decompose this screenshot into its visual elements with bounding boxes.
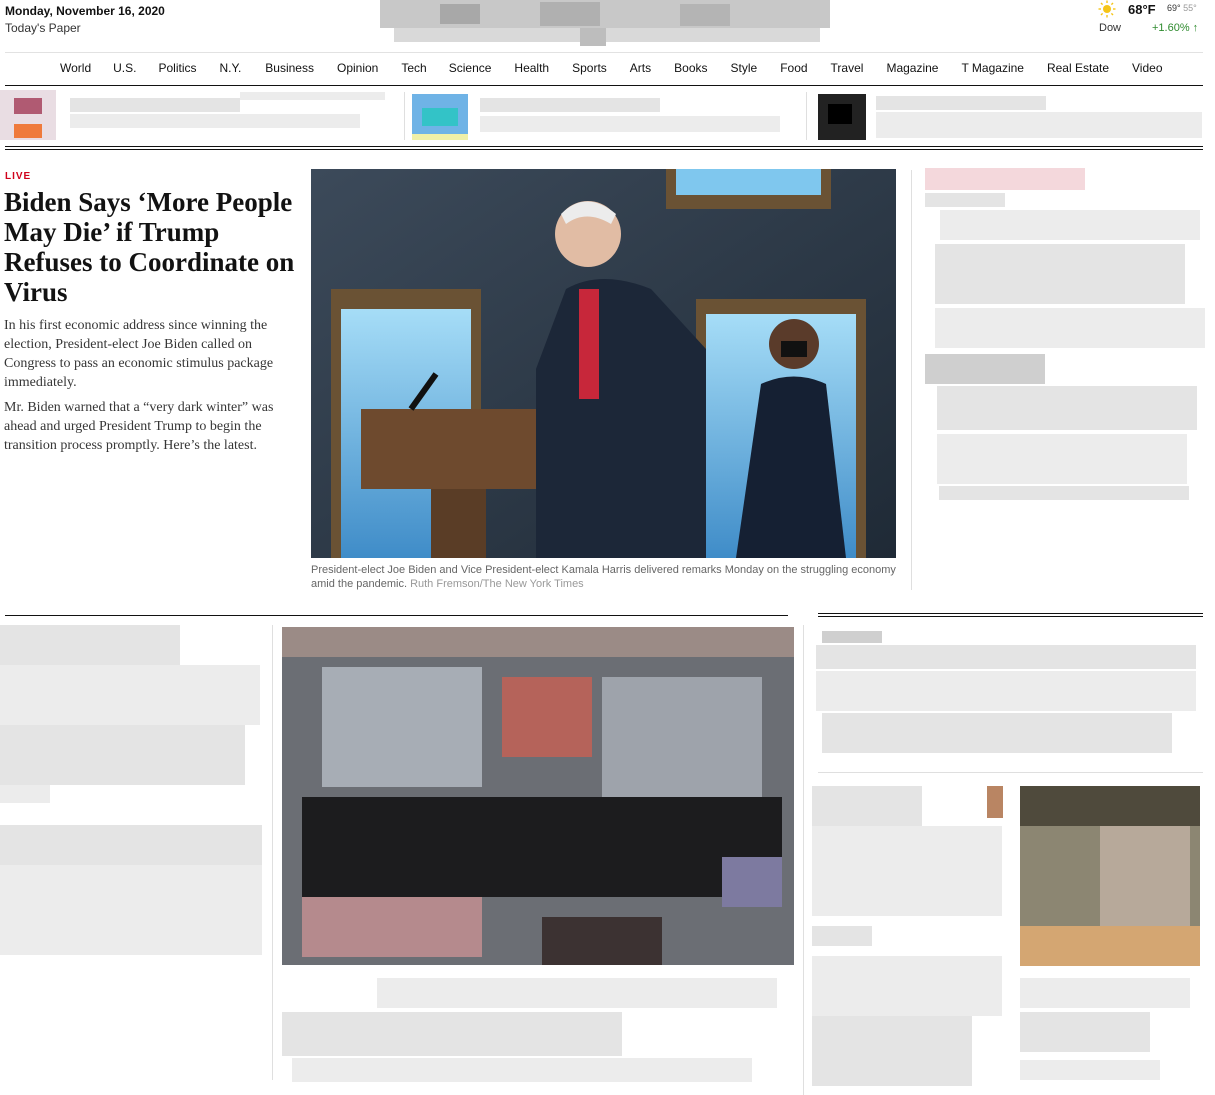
- site-logo[interactable]: [380, 0, 830, 46]
- nav-item-tech[interactable]: Tech: [401, 61, 426, 75]
- nav-item-science[interactable]: Science: [449, 61, 492, 75]
- masthead-date: Monday, November 16, 2020: [5, 4, 165, 18]
- sun-icon: [1098, 0, 1116, 18]
- photo-caption: President-elect Joe Biden and Vice Presi…: [311, 563, 896, 591]
- lead-headline[interactable]: Biden Says ‘More People May Die’ if Trum…: [4, 187, 296, 307]
- weather-high: 69°: [1167, 3, 1181, 13]
- nav-item-us[interactable]: U.S.: [113, 61, 136, 75]
- nav-divider: [5, 85, 1203, 86]
- story-text[interactable]: [282, 968, 794, 1088]
- header-divider: [5, 52, 1203, 53]
- story-card[interactable]: [0, 625, 265, 960]
- nav-item-t-magazine[interactable]: T Magazine: [961, 61, 1023, 75]
- story-card[interactable]: [812, 786, 1012, 1091]
- story-card[interactable]: [816, 627, 1206, 767]
- photo-credit: Ruth Fremson/The New York Times: [410, 578, 584, 590]
- nav-item-style[interactable]: Style: [731, 61, 758, 75]
- story-text[interactable]: [1020, 970, 1200, 1090]
- nav-item-real-estate[interactable]: Real Estate: [1047, 61, 1109, 75]
- nav-item-magazine[interactable]: Magazine: [886, 61, 938, 75]
- todays-paper-link[interactable]: Today's Paper: [5, 21, 81, 35]
- weather-high-low: 69° 55°: [1167, 3, 1197, 13]
- promo-item[interactable]: [816, 90, 1206, 142]
- column-divider: [911, 170, 912, 590]
- weather-temperature[interactable]: 68°F: [1128, 2, 1156, 17]
- nav-item-world[interactable]: World: [60, 61, 91, 75]
- nav-item-travel[interactable]: Travel: [831, 61, 864, 75]
- nav-item-ny[interactable]: N.Y.: [219, 61, 241, 75]
- nav-item-arts[interactable]: Arts: [630, 61, 651, 75]
- section-divider-top: [5, 146, 1203, 147]
- lead-summary[interactable]: In his first economic address since winn…: [4, 316, 296, 392]
- section-divider: [818, 616, 1203, 617]
- promo-thumbnail: [412, 94, 468, 140]
- weather-low: 55°: [1183, 3, 1197, 13]
- side-story[interactable]: [925, 168, 1210, 528]
- story-photo[interactable]: [282, 627, 794, 965]
- nav-item-opinion[interactable]: Opinion: [337, 61, 378, 75]
- column-divider: [803, 625, 804, 1095]
- nav-item-health[interactable]: Health: [514, 61, 549, 75]
- market-label[interactable]: Dow: [1099, 22, 1121, 34]
- story-divider: [818, 772, 1203, 773]
- promo-item[interactable]: [410, 90, 800, 142]
- nav-item-sports[interactable]: Sports: [572, 61, 607, 75]
- nav-item-politics[interactable]: Politics: [158, 61, 196, 75]
- promo-divider: [404, 92, 405, 140]
- promo-thumbnail: [0, 90, 56, 140]
- nav-item-business[interactable]: Business: [265, 61, 314, 75]
- lead-summary-secondary[interactable]: Mr. Biden warned that a “very dark winte…: [4, 398, 296, 455]
- nav-item-books[interactable]: Books: [674, 61, 707, 75]
- nav-item-food[interactable]: Food: [780, 61, 807, 75]
- market-change[interactable]: +1.60% ↑: [1152, 22, 1198, 34]
- promo-item[interactable]: [0, 90, 400, 142]
- promo-thumbnail: [818, 94, 866, 140]
- column-divider: [272, 625, 273, 1080]
- section-divider: [818, 613, 1203, 614]
- nav-item-video[interactable]: Video: [1132, 61, 1162, 75]
- lead-photo[interactable]: [311, 169, 896, 558]
- story-thumbnail[interactable]: [1020, 786, 1200, 966]
- caption-text: President-elect Joe Biden and Vice Presi…: [311, 564, 896, 590]
- promo-divider: [806, 92, 807, 140]
- section-nav: World U.S. Politics N.Y. Business Opinio…: [0, 61, 1215, 79]
- section-divider: [5, 615, 788, 616]
- section-divider-bottom: [5, 149, 1203, 150]
- live-kicker: LIVE: [5, 171, 32, 182]
